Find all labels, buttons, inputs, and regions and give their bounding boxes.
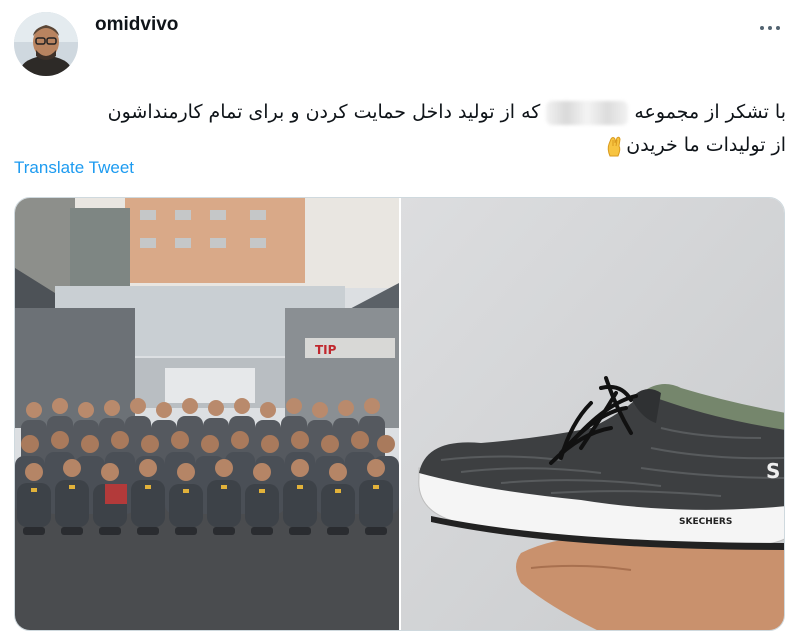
tweet-text: با تشکر از مجموعه که از تولید داخل حمایت … bbox=[16, 96, 786, 162]
shoe-brand-text: SKECHERS bbox=[679, 517, 732, 527]
more-options-button[interactable] bbox=[758, 18, 786, 38]
svg-text:S: S bbox=[766, 459, 780, 483]
staff-group-photo[interactable]: TIP bbox=[15, 198, 399, 630]
tweet-line1-suffix: که از تولید داخل حمایت کردن و برای تمام … bbox=[107, 101, 541, 123]
tweet-line1-prefix: با تشکر از مجموعه bbox=[634, 101, 786, 123]
tweet-media: TIP SKECHERS S bbox=[14, 197, 785, 631]
more-horizontal-icon bbox=[760, 26, 764, 30]
redacted-company-name bbox=[546, 100, 629, 125]
avatar-photo-icon bbox=[14, 12, 78, 76]
user-avatar[interactable] bbox=[14, 12, 78, 76]
tweet-line-1: با تشکر از مجموعه که از تولید داخل حمایت … bbox=[16, 96, 786, 129]
svg-text:TIP: TIP bbox=[315, 343, 337, 357]
sneaker-photo[interactable]: SKECHERS S bbox=[401, 198, 784, 630]
username[interactable]: omidvivo bbox=[95, 14, 178, 36]
tweet-line2-text: از تولیدات ما خریدن bbox=[626, 134, 786, 156]
pinched-fingers-emoji-icon bbox=[602, 134, 626, 158]
translate-tweet-link[interactable]: Translate Tweet bbox=[14, 158, 134, 178]
